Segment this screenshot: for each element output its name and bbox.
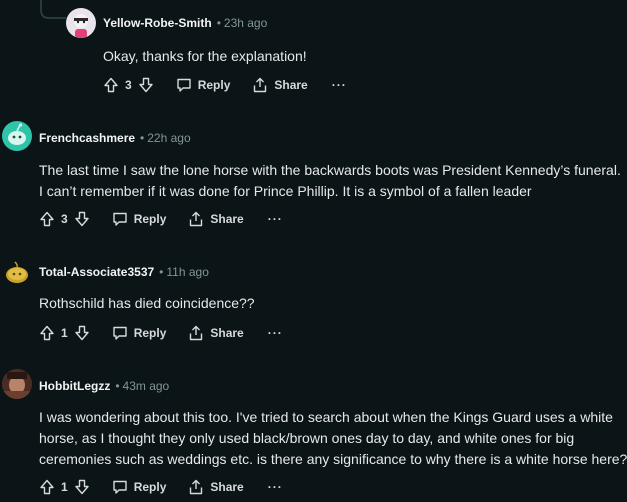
comment-actions: 3 Reply Share ··· [103, 73, 347, 97]
upvote-icon [40, 479, 54, 495]
comment-thread: Yellow-Robe-Smith • 23h ago Okay, thanks f… [0, 0, 627, 502]
avatar[interactable] [66, 8, 96, 38]
reply-button[interactable]: Reply [176, 77, 230, 93]
share-icon [190, 479, 203, 495]
share-button[interactable]: Share [188, 211, 244, 227]
username[interactable]: Frenchcashmere [39, 131, 135, 145]
timestamp[interactable]: 22h ago [147, 131, 190, 145]
timestamp[interactable]: 11h ago [166, 265, 209, 279]
comment-actions: 3 Reply Share ··· [39, 207, 283, 231]
share-icon [254, 77, 267, 93]
upvote-icon [40, 325, 54, 341]
comment-meta: Frenchcashmere • 22h ago [39, 131, 191, 145]
comment-meta: Total-Associate3537 • 11h ago [39, 265, 209, 279]
reply-button[interactable]: Reply [112, 211, 166, 227]
downvote-icon [74, 325, 89, 341]
downvote-icon [74, 211, 89, 227]
avatar[interactable] [2, 256, 32, 286]
upvote-icon [104, 77, 118, 93]
downvote-icon [138, 77, 153, 93]
more-icon[interactable]: ··· [332, 78, 347, 92]
upvote-button[interactable] [39, 479, 55, 495]
more-icon[interactable]: ··· [268, 480, 283, 494]
timestamp[interactable]: 23h ago [224, 16, 267, 30]
vote-score: 3 [61, 212, 68, 226]
reply-icon [112, 212, 127, 226]
upvote-button[interactable] [39, 325, 55, 341]
more-icon[interactable]: ··· [268, 326, 283, 340]
comment-actions: 1 Reply Share ··· [39, 475, 283, 499]
downvote-button[interactable] [74, 325, 90, 341]
reply-button[interactable]: Reply [112, 325, 166, 341]
username[interactable]: Total-Associate3537 [39, 265, 154, 279]
share-button[interactable]: Share [252, 77, 308, 93]
share-button[interactable]: Share [188, 479, 244, 495]
share-icon [190, 211, 203, 227]
reply-button[interactable]: Reply [112, 479, 166, 495]
comment-body: I was wondering about this too. I've tri… [39, 409, 627, 467]
vote-score: 1 [61, 326, 68, 340]
more-icon[interactable]: ··· [268, 212, 283, 226]
username[interactable]: HobbitLegzz [39, 379, 110, 393]
comment-body: The last time I saw the lone horse with … [39, 162, 621, 199]
vote-score: 1 [61, 480, 68, 494]
avatar[interactable] [2, 369, 32, 399]
comment-meta: HobbitLegzz • 43m ago [39, 379, 170, 393]
downvote-icon [74, 479, 89, 495]
avatar[interactable] [2, 121, 32, 151]
vote-score: 3 [125, 78, 132, 92]
downvote-button[interactable] [74, 479, 90, 495]
reply-icon [176, 78, 191, 92]
reply-icon [112, 326, 127, 340]
reply-icon [112, 480, 127, 494]
upvote-icon [40, 211, 54, 227]
timestamp[interactable]: 43m ago [123, 379, 170, 393]
comment-meta: Yellow-Robe-Smith • 23h ago [103, 16, 268, 30]
username[interactable]: Yellow-Robe-Smith [103, 16, 212, 30]
downvote-button[interactable] [138, 77, 154, 93]
upvote-button[interactable] [39, 211, 55, 227]
share-icon [190, 325, 203, 341]
comment-actions: 1 Reply Share ··· [39, 321, 283, 345]
comment-body: Rothschild has died coincidence?? [39, 295, 255, 311]
upvote-button[interactable] [103, 77, 119, 93]
comment-body: Okay, thanks for the explanation! [103, 48, 307, 64]
share-button[interactable]: Share [188, 325, 244, 341]
downvote-button[interactable] [74, 211, 90, 227]
